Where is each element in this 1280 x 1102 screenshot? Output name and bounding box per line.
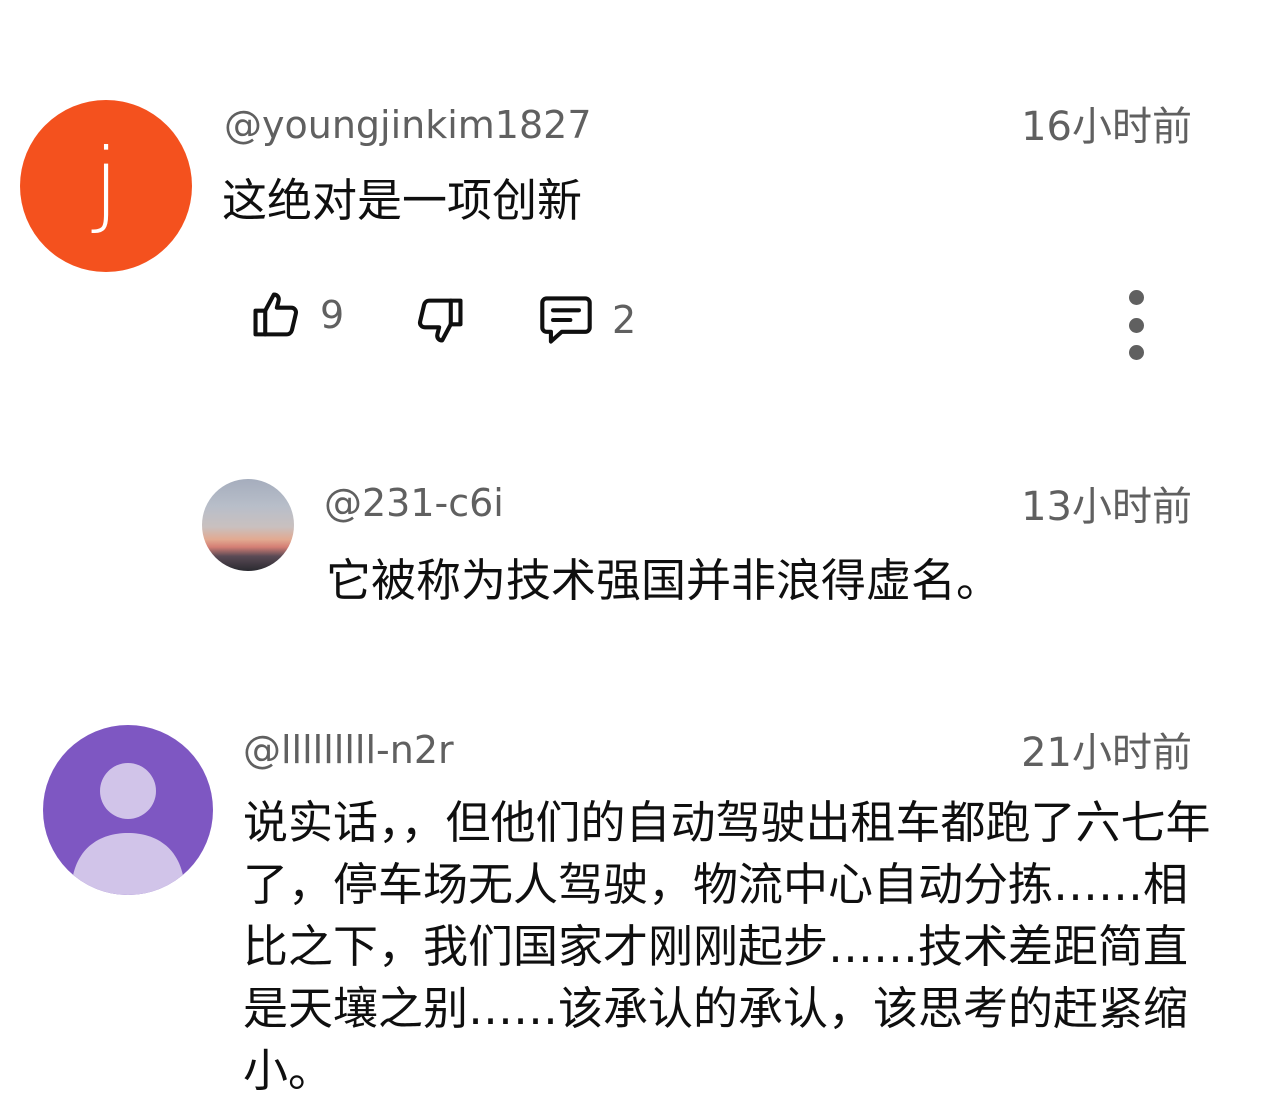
more-options-button[interactable]	[1116, 290, 1156, 360]
comment-text: 这绝对是一项创新	[222, 174, 583, 227]
dislike-button[interactable]	[414, 292, 466, 348]
avatar[interactable]	[202, 479, 294, 571]
comment-timestamp[interactable]: 16小时前	[1021, 107, 1192, 147]
reply-count: 2	[612, 298, 637, 342]
like-button[interactable]: 9	[250, 287, 344, 343]
comment-author-handle[interactable]: @231-c6i	[324, 484, 504, 522]
avatar-letter: j	[93, 129, 119, 236]
reply-button[interactable]: 2	[538, 293, 636, 347]
thumbs-up-icon	[250, 287, 302, 343]
comment-text: 它被称为技术强国并非浪得虚名。	[326, 554, 1002, 607]
comment-timestamp[interactable]: 21小时前	[1021, 733, 1192, 773]
comment-text: 说实话，，但他们的自动驾驶出租车都跑了六七年了，停车场无人驾驶，物流中心自动分拣…	[243, 796, 1211, 1097]
thumbs-down-icon	[414, 292, 466, 348]
person-icon	[71, 763, 185, 895]
more-vertical-icon	[1128, 290, 1144, 305]
avatar[interactable]: j	[20, 100, 192, 272]
comment-author-handle[interactable]: @lllllllll-n2r	[243, 731, 454, 769]
comment-icon	[538, 293, 594, 347]
comment-timestamp[interactable]: 13小时前	[1021, 487, 1192, 527]
avatar[interactable]	[43, 725, 213, 895]
comment-author-handle[interactable]: @youngjinkim1827	[224, 106, 592, 144]
like-count: 9	[320, 293, 345, 337]
